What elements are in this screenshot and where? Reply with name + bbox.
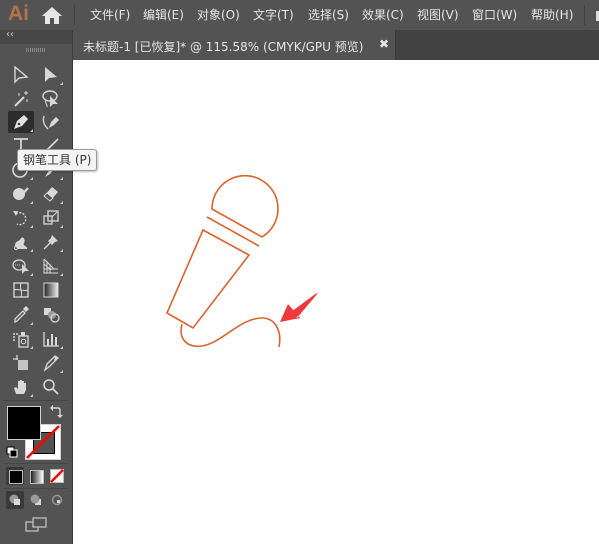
mesh-icon — [13, 282, 29, 298]
gradient-tool[interactable] — [38, 279, 64, 301]
curvature-tool[interactable] — [38, 111, 64, 133]
pen-icon — [14, 115, 28, 129]
menu-object[interactable]: 对象(O) — [197, 6, 240, 23]
microphone-cable — [180, 317, 281, 348]
eyedropper-icon — [14, 306, 29, 324]
menu-edit[interactable]: 编辑(E) — [143, 6, 184, 23]
collapse-panel-icon[interactable]: ‹‹ — [6, 29, 14, 40]
draw-inside-icon — [51, 494, 63, 506]
eraser-icon — [43, 187, 58, 202]
default-fill-stroke-icon[interactable] — [6, 446, 18, 458]
panel-divider — [4, 400, 68, 401]
eyedropper-tool[interactable] — [8, 304, 34, 326]
none-button[interactable] — [48, 467, 66, 485]
panel-divider — [4, 488, 68, 489]
shape-builder-icon — [12, 259, 29, 274]
document-tab-bar: 未标题-1 [已恢复]* @ 115.58% (CMYK/GPU 预览) ✖ — [73, 30, 599, 60]
screen-mode-icon[interactable] — [25, 517, 47, 533]
hand-icon — [14, 380, 26, 394]
document-tab[interactable]: 未标题-1 [已恢复]* @ 115.58% (CMYK/GPU 预览) ✖ — [73, 30, 396, 60]
magic-wand-icon — [14, 91, 28, 107]
scale-tool[interactable] — [38, 207, 64, 229]
pen-tool[interactable] — [8, 111, 34, 133]
tools-panel-header: ‹‹ — [0, 29, 72, 44]
color-button[interactable] — [6, 467, 24, 485]
slice-knife-icon — [43, 355, 60, 372]
rotate-tool[interactable] — [8, 207, 34, 229]
perspective-grid-icon — [43, 258, 58, 274]
lasso-icon — [42, 90, 58, 108]
red-arrow-shaft — [291, 292, 318, 318]
shaper-tool[interactable] — [8, 183, 34, 205]
microphone-body — [165, 228, 251, 330]
artboard-tool[interactable] — [8, 352, 34, 374]
document-tab-title: 未标题-1 [已恢复]* @ 115.58% (CMYK/GPU 预览) — [83, 40, 364, 54]
warp-tool[interactable] — [8, 231, 34, 253]
draw-behind-button[interactable] — [27, 491, 45, 509]
symbol-sprayer-tool[interactable] — [8, 328, 34, 350]
swap-fill-stroke-icon[interactable] — [49, 405, 63, 419]
gradient-button[interactable] — [27, 467, 45, 485]
warp-icon — [14, 237, 28, 250]
rotate-icon — [13, 211, 27, 226]
menu-file[interactable]: 文件(F) — [90, 6, 130, 23]
menu-type[interactable]: 文字(T) — [253, 6, 294, 23]
lasso-tool[interactable] — [38, 88, 64, 110]
shaper-icon — [13, 187, 29, 200]
close-icon[interactable]: ✖ — [379, 37, 389, 51]
fill-swatch[interactable] — [7, 406, 41, 440]
app-logo: Ai — [8, 2, 29, 25]
draw-behind-icon — [30, 494, 41, 505]
draw-mode-row — [5, 490, 67, 511]
scale-icon — [43, 210, 59, 225]
column-graph-icon — [43, 332, 59, 347]
slice-tool[interactable] — [38, 352, 64, 374]
draw-normal-icon — [9, 494, 20, 505]
menu-help[interactable]: 帮助(H) — [531, 6, 573, 23]
gradient-icon — [43, 282, 59, 298]
color-mode-row — [5, 466, 67, 487]
mesh-tool[interactable] — [8, 279, 34, 301]
menu-select[interactable]: 选择(S) — [308, 6, 349, 23]
direct-selection-arrow-icon — [45, 67, 57, 82]
magic-wand-tool[interactable] — [8, 88, 34, 110]
artwork — [165, 174, 318, 348]
pen-tool-tooltip: 钢笔工具 (P) — [17, 149, 98, 171]
artboard-icon — [13, 355, 28, 370]
blend-tool[interactable] — [38, 304, 64, 326]
draw-inside-button[interactable] — [48, 491, 66, 509]
menu-effect[interactable]: 效果(C) — [362, 6, 404, 23]
shape-builder-tool[interactable] — [8, 255, 34, 277]
menu-view[interactable]: 视图(V) — [417, 6, 459, 23]
eraser-tool[interactable] — [38, 183, 64, 205]
artboard-canvas[interactable] — [73, 60, 599, 544]
perspective-grid-tool[interactable] — [38, 255, 64, 277]
symbol-sprayer-icon — [13, 332, 29, 348]
home-icon[interactable] — [41, 5, 63, 25]
blend-icon — [44, 308, 60, 323]
draw-normal-button[interactable] — [6, 491, 24, 509]
selection-arrow-icon — [14, 65, 29, 84]
zoom-tool[interactable] — [38, 376, 64, 398]
column-graph-tool[interactable] — [38, 328, 64, 350]
none-icon — [50, 469, 64, 483]
microphone-head — [211, 174, 279, 238]
menu-separator — [584, 5, 585, 25]
direct-selection-tool[interactable] — [38, 64, 64, 86]
pushpin-icon — [43, 235, 58, 250]
selection-tool[interactable] — [8, 64, 34, 86]
magnifier-icon — [43, 379, 59, 395]
hand-tool[interactable] — [8, 376, 34, 398]
menu-window[interactable]: 窗口(W) — [472, 6, 517, 23]
panel-grip[interactable] — [26, 48, 46, 52]
curvature-pen-icon — [42, 115, 59, 130]
menu-separator — [74, 5, 75, 25]
menu-bar: Ai 文件(F) 编辑(E) 对象(O) 文字(T) 选择(S) 效果(C) 视… — [0, 0, 599, 30]
panel-divider — [4, 463, 68, 464]
puppet-warp-tool[interactable] — [38, 231, 64, 253]
